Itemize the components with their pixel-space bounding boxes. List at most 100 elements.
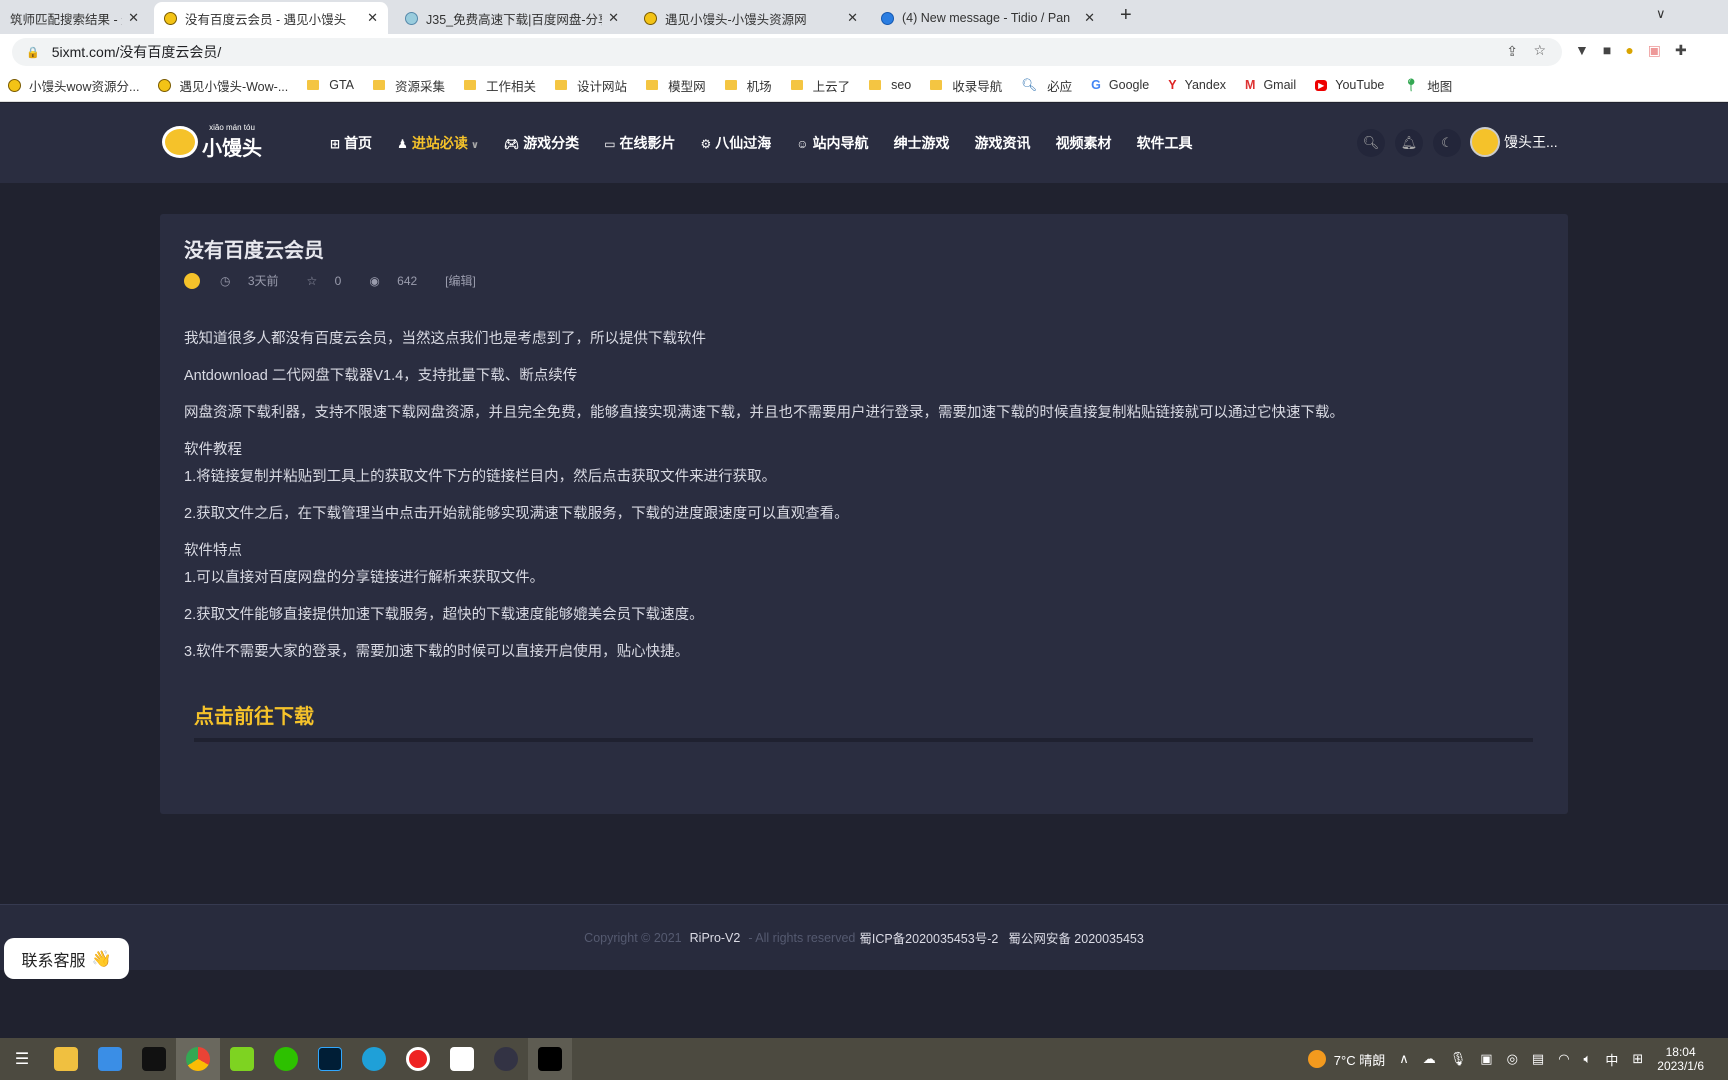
address-bar-row: 🔒 5ixmt.com/没有百度云会员/ ⇪ ☆ ▼ ■ ● ▣ ✚ xyxy=(0,34,1728,69)
task-view-icon[interactable]: ☰ xyxy=(0,1038,44,1080)
clock[interactable]: 18:04 2023/1/6 xyxy=(1657,1045,1718,1073)
paragraph: 1.可以直接对百度网盘的分享链接进行解析来获取文件。 xyxy=(184,570,545,586)
user-menu[interactable]: 馒头王... xyxy=(1470,127,1558,157)
cloud-icon[interactable]: ☁ xyxy=(1423,1051,1436,1067)
lock-icon: 🔒 xyxy=(26,46,40,59)
section-heading: 软件特点 xyxy=(184,543,242,559)
microphone-icon[interactable]: 🎙︎ xyxy=(1450,1051,1467,1067)
keyboard-icon[interactable]: ⊞ xyxy=(1632,1051,1643,1067)
bookmark-folder[interactable]: 设计网站 xyxy=(555,76,627,95)
volume-icon[interactable]: 🔈︎ xyxy=(1584,1051,1592,1067)
nav-game-news[interactable]: 游戏资讯 xyxy=(975,133,1031,153)
extension-icon[interactable]: ■ xyxy=(1603,42,1611,59)
tray-app-icon[interactable]: ▣ xyxy=(1480,1051,1492,1067)
app-n-icon[interactable] xyxy=(88,1038,132,1080)
star-icon[interactable]: ☆ xyxy=(1533,42,1546,59)
ime-indicator[interactable]: 中 xyxy=(1605,1050,1618,1069)
kook-icon[interactable] xyxy=(220,1038,264,1080)
maps-pin-icon: 📍︎ xyxy=(1403,77,1420,92)
bookmark-folder[interactable]: 工作相关 xyxy=(464,76,536,95)
extension-icon[interactable]: ▼ xyxy=(1575,42,1589,59)
file-explorer-icon[interactable] xyxy=(44,1038,88,1080)
bookmark[interactable]: 小馒头wow资源分... xyxy=(8,76,139,95)
paragraph: 3.软件不需要大家的登录，需要加速下载的时候可以直接开启使用，贴心快捷。 xyxy=(184,644,690,660)
tab-bar: 筑师匹配搜索结果 - 遇见✕ 没有百度云会员 - 遇见小馒头✕ J35_免费高速… xyxy=(0,0,1728,34)
theme-link[interactable]: RiPro-V2 xyxy=(690,931,741,945)
tab[interactable]: J35_免费高速下载|百度网盘-分享 ✕ xyxy=(395,2,629,34)
record-icon[interactable] xyxy=(396,1038,440,1080)
bookmark[interactable]: 遇见小馒头-Wow-... xyxy=(158,76,288,95)
bookmarks-bar: 小馒头wow资源分... 遇见小馒头-Wow-... GTA 资源采集 工作相关… xyxy=(0,69,1728,102)
close-icon[interactable]: ✕ xyxy=(608,10,619,26)
author-avatar[interactable] xyxy=(184,272,200,289)
paragraph: 网盘资源下载利器，支持不限速下载网盘资源，并且完全免费，能够直接实现满速下载，并… xyxy=(184,405,1344,421)
folder-icon xyxy=(555,80,568,90)
bookmark-folder[interactable]: GTA xyxy=(307,78,354,92)
bookmark-folder[interactable]: 上云了 xyxy=(790,76,850,95)
extension-icon[interactable]: ▣ xyxy=(1648,42,1661,59)
tab-active[interactable]: 没有百度云会员 - 遇见小馒头 ✕ xyxy=(154,2,388,34)
settings-app-icon[interactable] xyxy=(484,1038,528,1080)
bookmark-folder[interactable]: 机场 xyxy=(724,76,772,95)
star-icon: ☆ xyxy=(306,273,318,288)
edge-icon[interactable] xyxy=(352,1038,396,1080)
folder-icon xyxy=(646,80,659,90)
nav-video-assets[interactable]: 视频素材 xyxy=(1056,133,1112,153)
url-input[interactable]: 🔒 5ixmt.com/没有百度云会员/ ⇪ ☆ xyxy=(12,38,1562,66)
nav-must-read[interactable]: ♟ 进站必读 ∨ xyxy=(397,133,479,153)
bookmark[interactable]: 🔍︎ 必应 xyxy=(1021,76,1072,95)
bookmark-folder[interactable]: seo xyxy=(869,78,911,92)
nav-gentleman-games[interactable]: 绅士游戏 xyxy=(894,133,950,153)
tab[interactable]: 筑师匹配搜索结果 - 遇见✕ xyxy=(0,2,149,34)
tab-search-chevron-icon[interactable]: ∨ xyxy=(1656,6,1666,22)
bookmark[interactable]: G Google xyxy=(1091,78,1149,92)
bell-icon[interactable]: 🔔︎ xyxy=(1395,129,1423,157)
search-icon[interactable]: 🔍︎ xyxy=(1357,129,1385,157)
eye-icon: ◉ xyxy=(369,273,380,288)
bookmark[interactable]: 📍︎ 地图 xyxy=(1403,76,1452,95)
audio-app-icon[interactable] xyxy=(132,1038,176,1080)
edit-link[interactable]: [编辑] xyxy=(445,272,476,289)
bookmark[interactable]: ▶ YouTube xyxy=(1315,78,1384,92)
site-logo[interactable]: xiǎo mán tóu 小馒头 xyxy=(162,123,262,161)
nav-game-categories[interactable]: 🎮︎ 游戏分类 xyxy=(504,133,579,153)
chevron-down-icon: ∨ xyxy=(470,140,479,151)
capcut-icon[interactable] xyxy=(528,1038,572,1080)
close-icon[interactable]: ✕ xyxy=(1084,10,1095,26)
wechat-icon[interactable] xyxy=(264,1038,308,1080)
nav-baxian[interactable]: ⚙ 八仙过海 xyxy=(701,133,772,153)
weather[interactable]: 7°C 晴朗 xyxy=(1334,1050,1385,1069)
battery-icon[interactable]: ▤ xyxy=(1532,1051,1544,1067)
nav-home[interactable]: ⊞ 首页 xyxy=(330,133,372,153)
police-link[interactable]: 蜀公网安备 2020035453 xyxy=(1008,928,1144,947)
moon-icon[interactable]: ☾ xyxy=(1433,129,1461,157)
new-tab-button[interactable]: + xyxy=(1120,4,1132,27)
contact-support-button[interactable]: 联系客服 👋 xyxy=(4,938,129,979)
tab[interactable]: (4) New message - Tidio / Pan ✕ xyxy=(871,2,1105,34)
download-link[interactable]: 点击前往下载 xyxy=(194,700,314,729)
chrome-icon[interactable] xyxy=(176,1038,220,1080)
photoshop-icon[interactable] xyxy=(308,1038,352,1080)
bookmark-folder[interactable]: 收录导航 xyxy=(930,76,1002,95)
nav-movies[interactable]: ▭ 在线影片 xyxy=(604,133,675,153)
extension-icon[interactable]: ● xyxy=(1625,42,1633,59)
site-header: xiǎo mán tóu 小馒头 ⊞ 首页 ♟ 进站必读 ∨ 🎮︎ 游戏分类 ▭ 在线影片… xyxy=(0,103,1728,183)
share-icon[interactable]: ⇪ xyxy=(1506,43,1518,60)
tab[interactable]: 遇见小馒头-小馒头资源网 ✕ xyxy=(634,2,868,34)
bookmark[interactable]: Y Yandex xyxy=(1168,78,1226,92)
baidu-netdisk-icon[interactable] xyxy=(440,1038,484,1080)
wifi-icon[interactable]: ◠ xyxy=(1558,1051,1569,1067)
nav-site-guide[interactable]: ☺ 站内导航 xyxy=(796,133,868,153)
bookmark-folder[interactable]: 模型网 xyxy=(646,76,706,95)
close-icon[interactable]: ✕ xyxy=(847,10,858,26)
tray-app-icon[interactable]: ◎ xyxy=(1507,1051,1518,1067)
close-icon[interactable]: ✕ xyxy=(367,10,378,26)
close-icon[interactable]: ✕ xyxy=(128,10,139,26)
icp-link[interactable]: 蜀ICP备2020035453号-2 xyxy=(859,928,998,947)
bookmark-folder[interactable]: 资源采集 xyxy=(373,76,445,95)
puzzle-icon[interactable]: ✚ xyxy=(1675,42,1687,59)
chevron-up-icon[interactable]: ∧ xyxy=(1399,1051,1409,1067)
bookmark[interactable]: M Gmail xyxy=(1245,78,1296,92)
nav-software-tools[interactable]: 软件工具 xyxy=(1137,133,1193,153)
folder-icon xyxy=(930,80,943,90)
